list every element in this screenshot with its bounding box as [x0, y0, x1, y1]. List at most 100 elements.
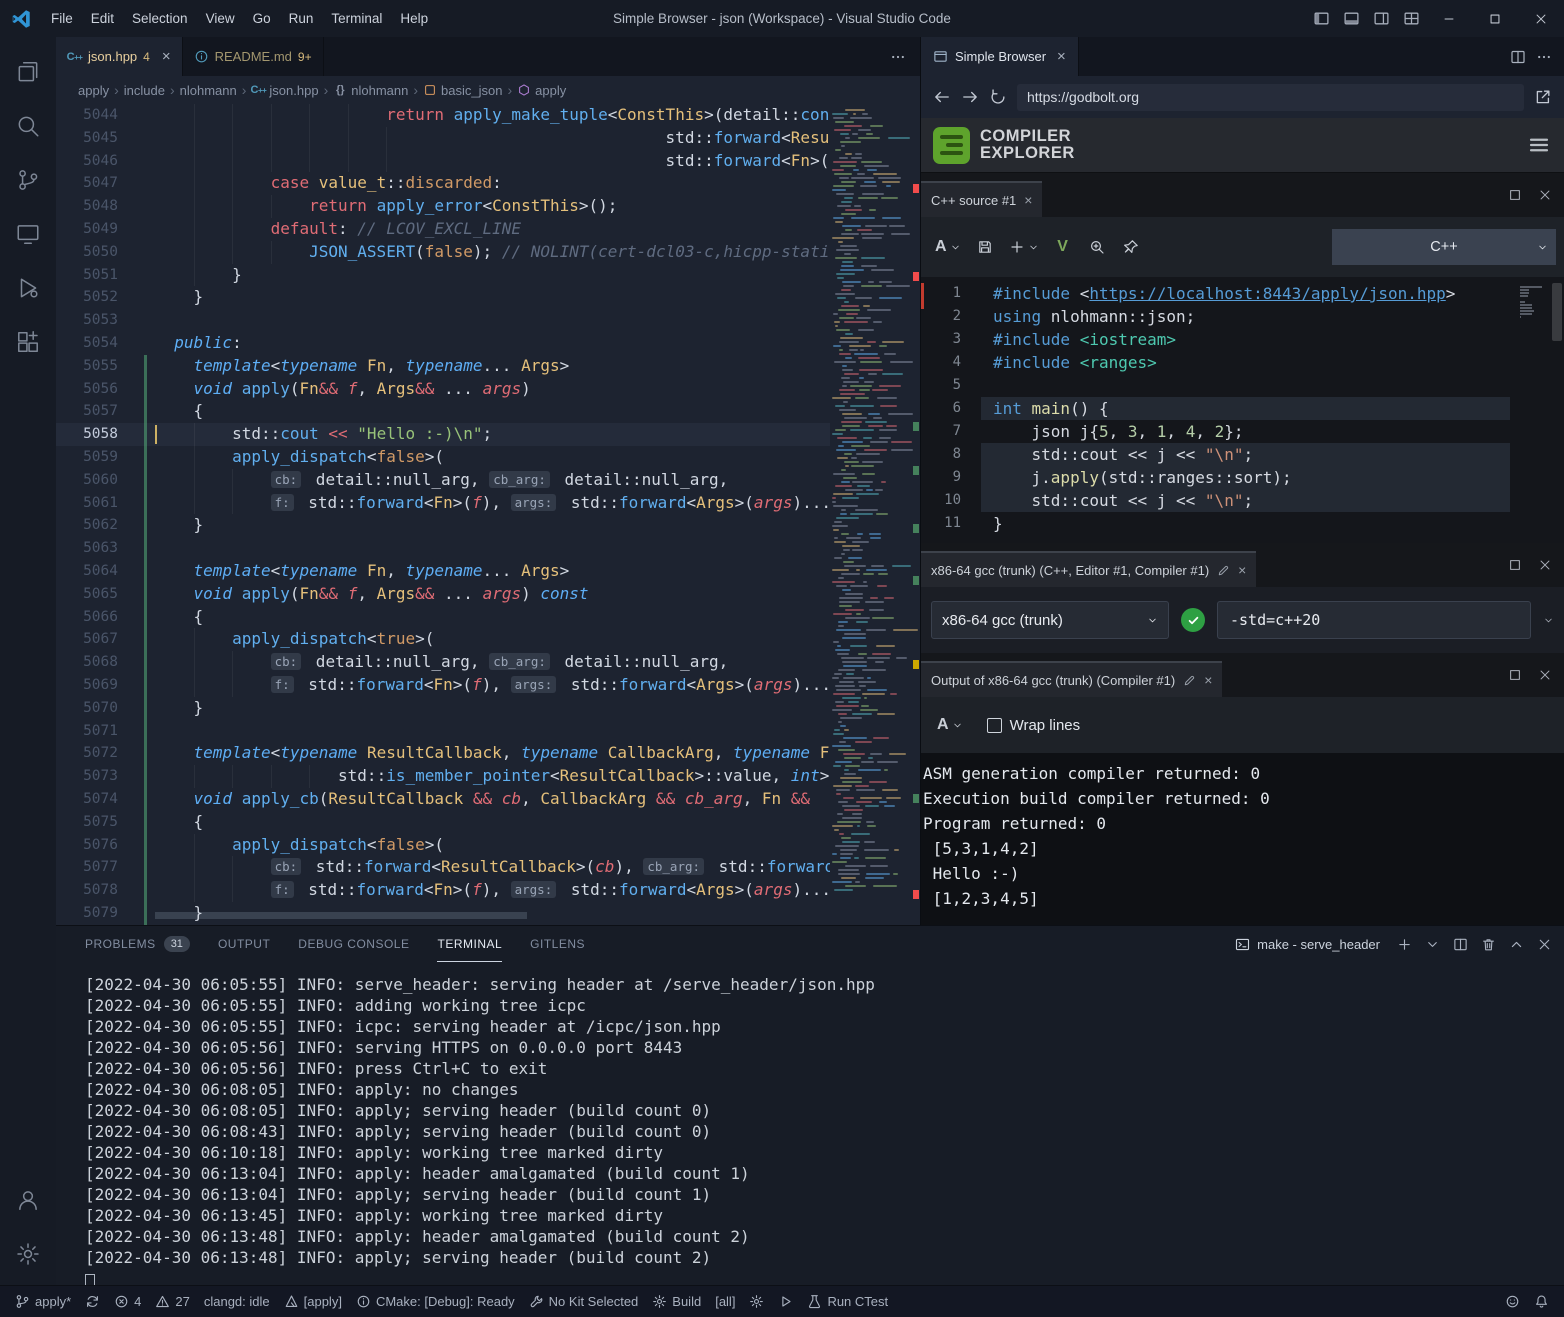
close-tab-icon[interactable]: ×: [162, 49, 171, 64]
font-size-button[interactable]: A: [929, 230, 967, 264]
editor-more-actions-icon[interactable]: [890, 49, 906, 65]
zoom-button[interactable]: [1081, 230, 1113, 264]
browser-url-input[interactable]: https://godbolt.org: [1017, 84, 1524, 111]
status-no-kit-selected[interactable]: No Kit Selected: [522, 1286, 646, 1317]
close-pane-icon[interactable]: [1538, 558, 1552, 572]
menu-file[interactable]: File: [42, 0, 82, 37]
account-icon[interactable]: [4, 1173, 52, 1227]
browser-back-icon[interactable]: [933, 88, 951, 106]
browser-more-actions-icon[interactable]: [1536, 49, 1552, 65]
compiler-explorer-logo-icon[interactable]: [933, 127, 970, 164]
code-editor[interactable]: 5044 return apply_make_tuple<ConstThis>(…: [56, 104, 920, 925]
breadcrumb[interactable]: apply›include›nlohmann›C++json.hpp›{}nlo…: [56, 76, 920, 104]
split-editor-icon[interactable]: [1510, 49, 1526, 65]
maximize-pane-icon[interactable]: [1508, 668, 1522, 682]
status-bell[interactable]: [1527, 1294, 1556, 1309]
language-select[interactable]: C++: [1332, 229, 1556, 265]
breadcrumb-item[interactable]: {}nlohmann: [333, 83, 408, 98]
menu-terminal[interactable]: Terminal: [322, 0, 391, 37]
output-pane-tab[interactable]: Output of x86-64 gcc (trunk) (Compiler #…: [921, 661, 1222, 697]
panel-tab-problems[interactable]: PROBLEMS31: [85, 926, 190, 962]
close-output-pane-icon[interactable]: ×: [1204, 672, 1212, 688]
compiler-pane-tab[interactable]: x86-64 gcc (trunk) (C++, Editor #1, Comp…: [921, 551, 1256, 587]
status-play[interactable]: [771, 1286, 800, 1317]
panel-tab-terminal[interactable]: TERMINAL: [437, 926, 502, 962]
ce-source-editor[interactable]: 1#include <https://localhost:8443/apply/…: [921, 277, 1564, 543]
terminal-process-select[interactable]: make - serve_header: [1235, 937, 1380, 952]
breadcrumb-item[interactable]: basic_json: [423, 83, 502, 98]
settings-icon[interactable]: [4, 1227, 52, 1281]
source-control-icon[interactable]: [4, 153, 52, 207]
menu-go[interactable]: Go: [244, 0, 280, 37]
menu-view[interactable]: View: [197, 0, 244, 37]
breadcrumb-item[interactable]: apply: [78, 83, 109, 98]
close-compiler-pane-icon[interactable]: ×: [1238, 562, 1246, 578]
ce-scrollbar[interactable]: [1552, 283, 1562, 341]
explorer-icon[interactable]: [4, 45, 52, 99]
status-apply[interactable]: [apply]: [277, 1286, 349, 1317]
browser-forward-icon[interactable]: [961, 88, 979, 106]
panel-tab-debug-console[interactable]: DEBUG CONSOLE: [298, 926, 409, 962]
panel-tab-output[interactable]: OUTPUT: [218, 926, 270, 962]
toggle-panel-icon[interactable]: [1336, 4, 1366, 34]
status-apply[interactable]: apply*: [8, 1286, 78, 1317]
edit-title-icon[interactable]: [1183, 674, 1196, 687]
close-window-button[interactable]: [1518, 0, 1564, 37]
search-icon[interactable]: [4, 99, 52, 153]
compiler-options-input[interactable]: -std=c++20: [1217, 601, 1531, 639]
maximize-pane-icon[interactable]: [1508, 188, 1522, 202]
wrap-lines-checkbox[interactable]: Wrap lines: [987, 717, 1081, 734]
split-terminal-button[interactable]: [1453, 937, 1468, 952]
run-debug-icon[interactable]: [4, 261, 52, 315]
add-pane-button[interactable]: [1003, 230, 1045, 264]
compiler-select[interactable]: x86-64 gcc (trunk): [931, 601, 1169, 639]
maximize-pane-icon[interactable]: [1508, 558, 1522, 572]
tab-json.hpp[interactable]: C++json.hpp4×: [56, 37, 183, 76]
horizontal-scrollbar[interactable]: [155, 912, 527, 919]
remote-explorer-icon[interactable]: [4, 207, 52, 261]
maximize-button[interactable]: [1472, 0, 1518, 37]
toggle-secondary-sidebar-icon[interactable]: [1366, 4, 1396, 34]
close-panel-button[interactable]: [1537, 937, 1552, 952]
close-pane-icon[interactable]: [1538, 188, 1552, 202]
status-clangd-idle[interactable]: clangd: idle: [197, 1286, 277, 1317]
menu-help[interactable]: Help: [391, 0, 437, 37]
minimize-button[interactable]: [1426, 0, 1472, 37]
customize-layout-icon[interactable]: [1396, 4, 1426, 34]
hamburger-menu-icon[interactable]: [1526, 134, 1552, 156]
panel-tab-gitlens[interactable]: GITLENS: [530, 926, 585, 962]
terminal-output[interactable]: [2022-04-30 06:05:55] INFO: serve_header…: [56, 962, 1564, 1293]
maximize-panel-button[interactable]: [1509, 937, 1524, 952]
source-pane-tab[interactable]: C++ source #1 ×: [921, 181, 1042, 217]
breadcrumb-item[interactable]: apply: [517, 83, 566, 98]
options-dropdown-icon[interactable]: [1543, 615, 1554, 626]
terminal-dropdown-icon[interactable]: [1425, 937, 1440, 952]
edit-title-icon[interactable]: [1217, 564, 1230, 577]
breadcrumb-item[interactable]: include: [124, 83, 165, 98]
close-browser-tab-icon[interactable]: ×: [1057, 48, 1066, 65]
status-all[interactable]: [all]: [708, 1286, 742, 1317]
output-font-size-button[interactable]: A: [931, 708, 969, 742]
menu-run[interactable]: Run: [280, 0, 323, 37]
menu-selection[interactable]: Selection: [123, 0, 197, 37]
tab-readme.md[interactable]: README.md9+: [183, 37, 324, 76]
editor-minimap[interactable]: [830, 104, 910, 925]
new-terminal-button[interactable]: [1397, 937, 1412, 952]
status-feedback[interactable]: [1498, 1294, 1527, 1309]
status-cmake-debug-ready[interactable]: CMake: [Debug]: Ready: [349, 1286, 522, 1317]
status-4[interactable]: 4: [107, 1286, 148, 1317]
save-button[interactable]: [969, 230, 1001, 264]
menu-edit[interactable]: Edit: [82, 0, 123, 37]
open-external-icon[interactable]: [1534, 88, 1552, 106]
status-build[interactable]: Build: [645, 1286, 708, 1317]
tab-simple-browser[interactable]: Simple Browser ×: [921, 37, 1079, 76]
close-source-pane-icon[interactable]: ×: [1024, 192, 1032, 208]
pin-button[interactable]: [1115, 230, 1147, 264]
status-gear[interactable]: [742, 1286, 771, 1317]
status-sync[interactable]: [78, 1286, 107, 1317]
browser-reload-icon[interactable]: [989, 88, 1007, 106]
kill-terminal-button[interactable]: [1481, 937, 1496, 952]
extensions-icon[interactable]: [4, 315, 52, 369]
status-run-ctest[interactable]: Run CTest: [800, 1286, 895, 1317]
breadcrumb-item[interactable]: C++json.hpp: [251, 83, 318, 98]
